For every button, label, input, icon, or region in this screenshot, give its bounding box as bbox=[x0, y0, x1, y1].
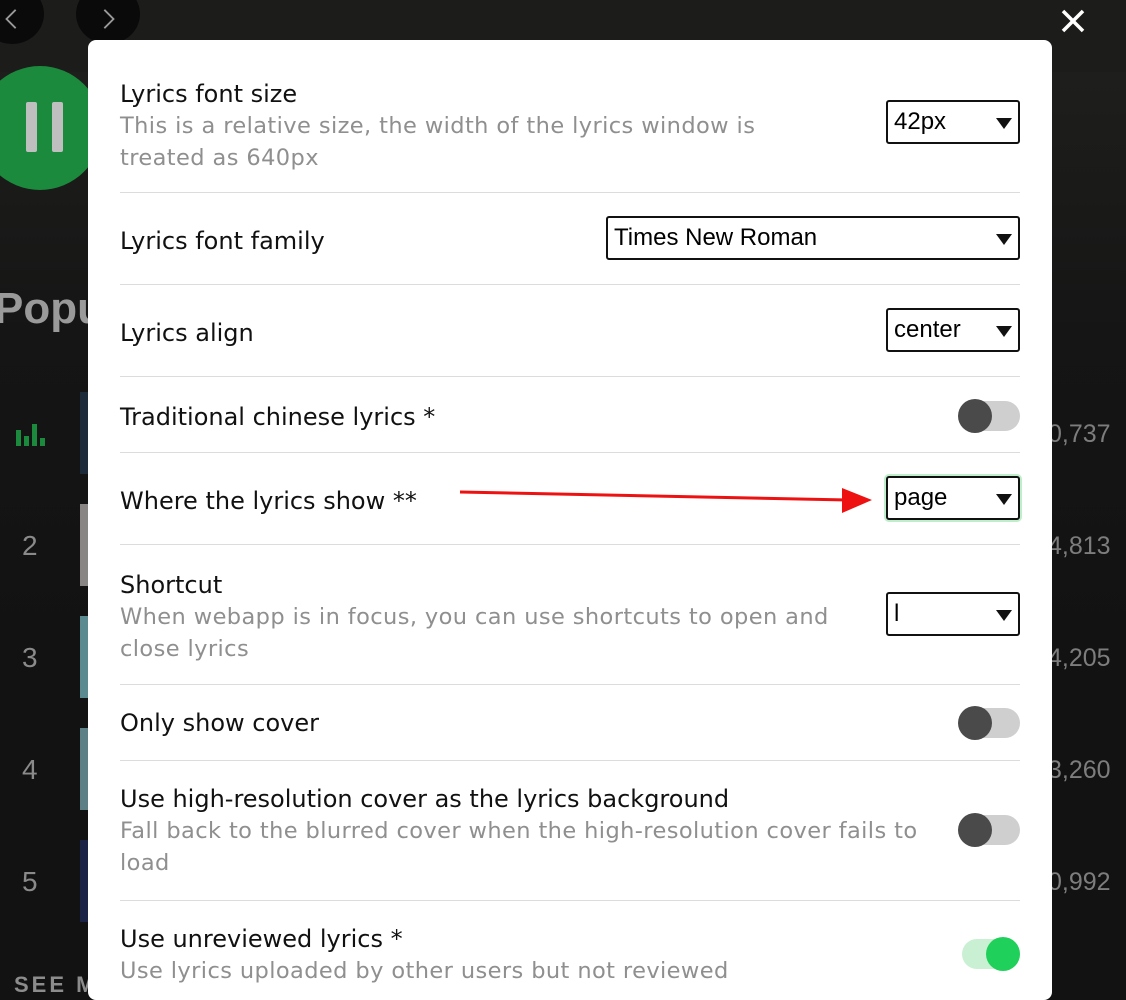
track-number: 3 bbox=[22, 642, 38, 673]
setting-label: Traditional chinese lyrics * bbox=[120, 403, 436, 431]
select-value: Times New Roman bbox=[614, 224, 818, 251]
setting-row-only-cover: Only show cover bbox=[120, 685, 1020, 761]
setting-description: Use lyrics uploaded by other users but n… bbox=[120, 958, 729, 984]
caret-down-icon bbox=[996, 118, 1012, 129]
unreviewed-lyrics-toggle[interactable] bbox=[958, 937, 1020, 971]
track-play-count: 4,205 bbox=[1048, 644, 1111, 672]
setting-row-high-res-cover: Use high-resolution cover as the lyrics … bbox=[120, 761, 1020, 901]
select-value: 42px bbox=[894, 108, 947, 135]
track-number: 2 bbox=[22, 530, 38, 561]
track-play-count: 4,813 bbox=[1048, 532, 1111, 560]
track-play-count: 0,737 bbox=[1048, 420, 1111, 448]
setting-label: Shortcut bbox=[120, 571, 223, 599]
back-arrow-icon bbox=[5, 9, 17, 29]
high-res-cover-toggle[interactable] bbox=[958, 813, 1020, 847]
setting-row-shortcut: Shortcut When webapp is in focus, you ca… bbox=[120, 545, 1020, 685]
select-value: l bbox=[894, 600, 900, 627]
setting-label: Where the lyrics show ** bbox=[120, 487, 417, 515]
track-number: 4 bbox=[22, 754, 38, 785]
pause-icon bbox=[26, 102, 37, 152]
caret-down-icon bbox=[996, 494, 1012, 505]
only-cover-toggle[interactable] bbox=[958, 706, 1020, 740]
select-value: center bbox=[894, 316, 961, 343]
track-play-count: 0,992 bbox=[1048, 868, 1111, 896]
shortcut-select[interactable]: l bbox=[886, 592, 1020, 636]
track-number: 5 bbox=[22, 866, 38, 897]
setting-row-font-family: Lyrics font family Times New Roman bbox=[120, 193, 1020, 285]
select-value: page bbox=[894, 484, 948, 511]
setting-label: Lyrics font size bbox=[120, 80, 298, 108]
toggle-knob bbox=[958, 706, 992, 740]
setting-label: Lyrics font family bbox=[120, 227, 325, 255]
setting-row-align: Lyrics align center bbox=[120, 285, 1020, 377]
lyrics-settings-dialog: Lyrics font size This is a relative size… bbox=[88, 40, 1052, 1000]
annotation-arrow bbox=[460, 488, 872, 513]
setting-description: When webapp is in focus, you can use sho… bbox=[120, 604, 829, 662]
close-icon bbox=[1061, 9, 1085, 33]
setting-row-traditional-chinese: Traditional chinese lyrics * bbox=[120, 377, 1020, 453]
lyrics-position-select[interactable]: page bbox=[886, 476, 1020, 520]
setting-description: This is a relative size, the width of th… bbox=[120, 113, 756, 171]
pause-icon-bar bbox=[52, 102, 63, 152]
caret-down-icon bbox=[996, 610, 1012, 621]
toggle-knob bbox=[958, 399, 992, 433]
align-select[interactable]: center bbox=[886, 308, 1020, 352]
equalizer-icon bbox=[16, 424, 45, 446]
track-play-count: 3,260 bbox=[1048, 756, 1111, 784]
forward-arrow-icon bbox=[103, 9, 115, 29]
see-more-link[interactable]: SEE M bbox=[14, 972, 97, 998]
setting-label: Use unreviewed lyrics * bbox=[120, 925, 403, 953]
caret-down-icon bbox=[996, 234, 1012, 245]
font-family-select[interactable]: Times New Roman bbox=[606, 216, 1020, 260]
setting-description: Fall back to the blurred cover when the … bbox=[120, 818, 918, 876]
font-size-select[interactable]: 42px bbox=[886, 100, 1020, 144]
close-button[interactable] bbox=[1056, 4, 1090, 38]
caret-down-icon bbox=[996, 326, 1012, 337]
setting-label: Lyrics align bbox=[120, 319, 254, 347]
setting-label: Use high-resolution cover as the lyrics … bbox=[120, 785, 730, 813]
setting-row-unreviewed-lyrics: Use unreviewed lyrics * Use lyrics uploa… bbox=[120, 901, 1020, 1000]
traditional-chinese-toggle[interactable] bbox=[958, 399, 1020, 433]
toggle-knob bbox=[986, 937, 1020, 971]
setting-label: Only show cover bbox=[120, 709, 319, 737]
toggle-knob bbox=[958, 813, 992, 847]
setting-row-font-size: Lyrics font size This is a relative size… bbox=[120, 40, 1020, 193]
